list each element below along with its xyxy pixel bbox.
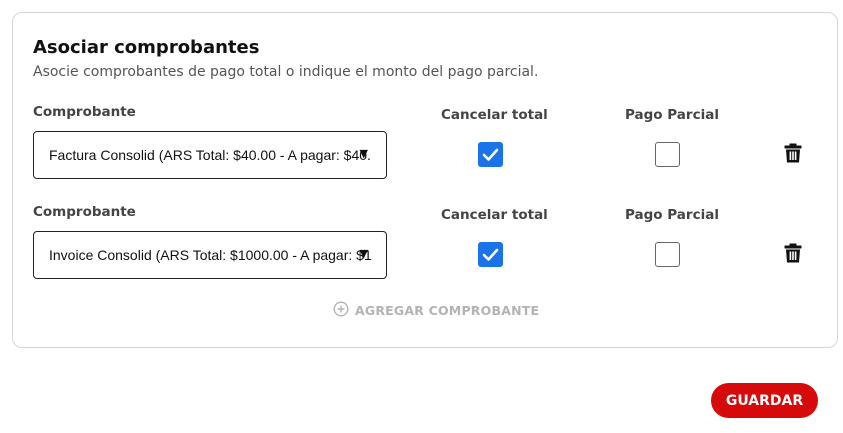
cancelar-total-checkbox[interactable] (478, 242, 503, 267)
voucher-row: Comprobante Cancelar total Pago Parcial … (13, 201, 837, 291)
comprobante-label: Comprobante (33, 204, 136, 220)
cancelar-total-checkbox[interactable] (478, 142, 503, 167)
trash-icon[interactable] (784, 143, 802, 167)
pago-parcial-label: Pago Parcial (625, 107, 719, 123)
cancelar-total-label: Cancelar total (441, 207, 548, 223)
add-comprobante-button[interactable]: AGREGAR COMPROBANTE (333, 300, 540, 320)
comprobante-select[interactable]: Invoice Consolid (ARS Total: $1000.00 - … (33, 231, 387, 279)
card-title: Asociar comprobantes (33, 37, 260, 58)
save-button[interactable]: GUARDAR (711, 383, 818, 418)
associate-vouchers-card: Asociar comprobantes Asocie comprobantes… (12, 12, 838, 348)
pago-parcial-label: Pago Parcial (625, 207, 719, 223)
comprobante-selected-value: Invoice Consolid (ARS Total: $1000.00 - … (49, 247, 372, 263)
cancelar-total-label: Cancelar total (441, 107, 548, 123)
comprobante-select[interactable]: Factura Consolid (ARS Total: $40.00 - A … (33, 131, 387, 179)
chevron-down-icon: ▼ (359, 247, 368, 260)
pago-parcial-checkbox[interactable] (655, 242, 680, 267)
trash-icon[interactable] (784, 243, 802, 267)
add-comprobante-label: AGREGAR COMPROBANTE (355, 302, 540, 318)
card-subtitle: Asocie comprobantes de pago total o indi… (33, 64, 539, 80)
pago-parcial-checkbox[interactable] (655, 142, 680, 167)
voucher-row: Comprobante Cancelar total Pago Parcial … (13, 101, 837, 191)
comprobante-label: Comprobante (33, 104, 136, 120)
chevron-down-icon: ▼ (359, 147, 368, 160)
plus-circle-icon (333, 300, 349, 320)
comprobante-selected-value: Factura Consolid (ARS Total: $40.00 - A … (49, 147, 371, 163)
